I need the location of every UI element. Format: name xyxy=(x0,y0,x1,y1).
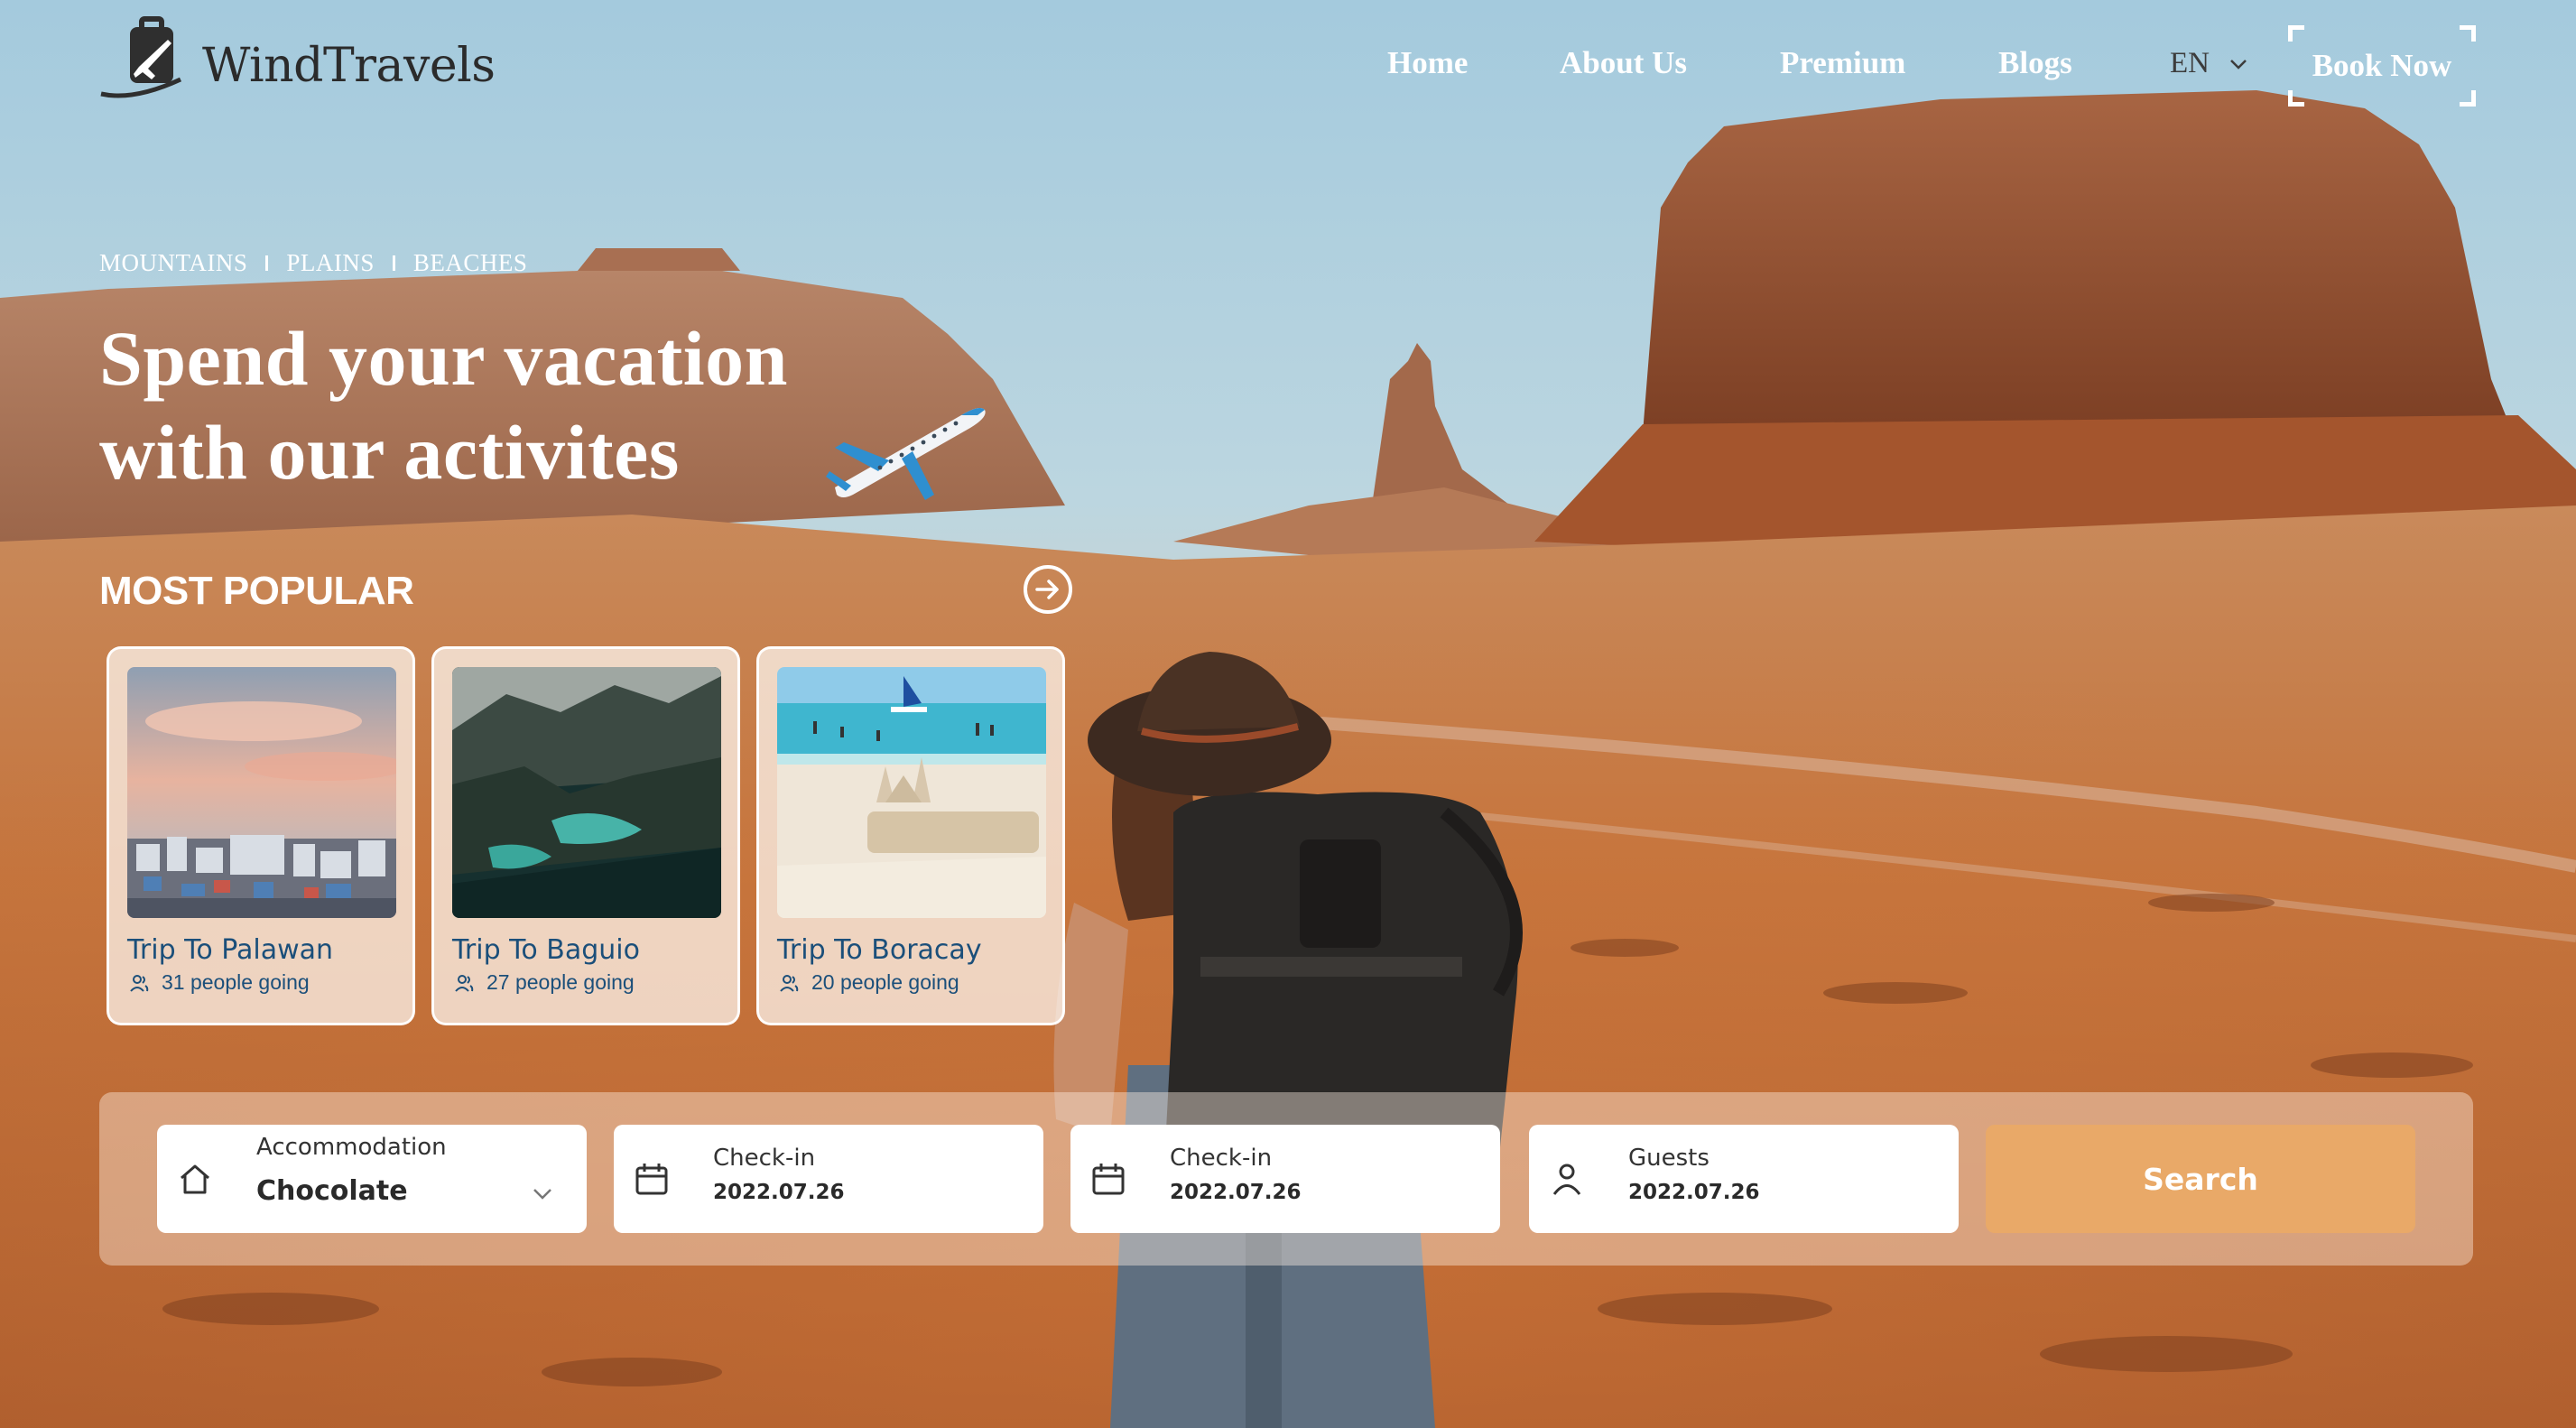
hero-title-line-1: Spend your vacation xyxy=(99,315,788,402)
chevron-down-icon xyxy=(2230,59,2247,70)
home-icon xyxy=(181,1164,209,1194)
trip-going-count: 27 people going xyxy=(454,970,635,995)
trip-going-label: 27 people going xyxy=(486,970,635,994)
calendar-icon xyxy=(1092,1164,1125,1195)
search-button[interactable]: Search xyxy=(1986,1125,2415,1233)
brand-logo[interactable]: WindTravels xyxy=(97,13,496,99)
category-divider xyxy=(265,255,269,271)
checkin-label: Check-in xyxy=(1170,1145,1273,1172)
trip-image-baguio xyxy=(452,667,721,918)
brand-name: WindTravels xyxy=(202,39,496,93)
trip-going-label: 31 people going xyxy=(162,970,310,994)
checkin-label: Check-in xyxy=(713,1145,816,1172)
category-beaches[interactable]: BEACHES xyxy=(413,249,528,277)
checkin-value: 2022.07.26 xyxy=(1170,1181,1302,1204)
category-plains[interactable]: PLAINS xyxy=(286,249,375,277)
trip-card-palawan[interactable]: Trip To Palawan 31 people going xyxy=(107,646,415,1025)
trip-title: Trip To Palawan xyxy=(127,934,334,966)
nav-about-us[interactable]: About Us xyxy=(1560,45,1687,81)
trip-card-boracay[interactable]: Trip To Boracay 20 people going xyxy=(756,646,1065,1025)
language-selector[interactable]: EN xyxy=(2170,47,2247,80)
guests-label: Guests xyxy=(1628,1145,1710,1172)
people-icon xyxy=(455,974,474,992)
accommodation-select[interactable]: Accommodation Chocolate xyxy=(157,1125,587,1233)
guests-field[interactable]: Guests 2022.07.26 xyxy=(1529,1125,1959,1233)
trip-title: Trip To Boracay xyxy=(777,934,982,966)
checkin-date-field-2[interactable]: Check-in 2022.07.26 xyxy=(1070,1125,1500,1233)
category-links: MOUNTAINS PLAINS BEACHES xyxy=(99,249,527,277)
book-now-label: Book Now xyxy=(2312,48,2452,83)
category-divider xyxy=(392,255,395,271)
people-icon xyxy=(130,974,149,992)
trip-title: Trip To Baguio xyxy=(452,934,640,966)
most-popular-heading: MOST POPULAR xyxy=(99,569,414,613)
trip-card-baguio[interactable]: Trip To Baguio 27 people going xyxy=(431,646,740,1025)
user-icon xyxy=(1552,1164,1581,1195)
chevron-down-icon xyxy=(533,1189,551,1200)
airplane-icon xyxy=(826,388,988,505)
category-mountains[interactable]: MOUNTAINS xyxy=(99,249,247,277)
nav-home[interactable]: Home xyxy=(1387,45,1468,81)
nav-premium[interactable]: Premium xyxy=(1780,45,1905,81)
trip-going-label: 20 people going xyxy=(811,970,959,994)
suitcase-plane-icon xyxy=(97,13,197,99)
booking-search-panel: Accommodation Chocolate Check-in 2022.07… xyxy=(99,1092,2473,1266)
people-icon xyxy=(780,974,799,992)
trip-image-palawan xyxy=(127,667,396,918)
accommodation-label: Accommodation xyxy=(256,1134,447,1161)
checkin-value: 2022.07.26 xyxy=(713,1181,845,1204)
trip-going-count: 20 people going xyxy=(779,970,959,995)
trip-going-count: 31 people going xyxy=(129,970,310,995)
calendar-icon xyxy=(635,1164,668,1195)
language-label: EN xyxy=(2170,47,2210,79)
book-now-button[interactable]: Book Now xyxy=(2288,25,2476,107)
guests-value: 2022.07.26 xyxy=(1628,1181,1760,1204)
hero-title: Spend your vacation with our activites xyxy=(99,311,912,499)
trip-image-boracay xyxy=(777,667,1046,918)
accommodation-value: Chocolate xyxy=(256,1175,408,1207)
nav-blogs[interactable]: Blogs xyxy=(1998,45,2072,81)
arrow-right-circle-icon[interactable] xyxy=(1024,565,1072,614)
checkin-date-field-1[interactable]: Check-in 2022.07.26 xyxy=(614,1125,1043,1233)
hero-title-line-2: with our activites xyxy=(99,409,680,496)
